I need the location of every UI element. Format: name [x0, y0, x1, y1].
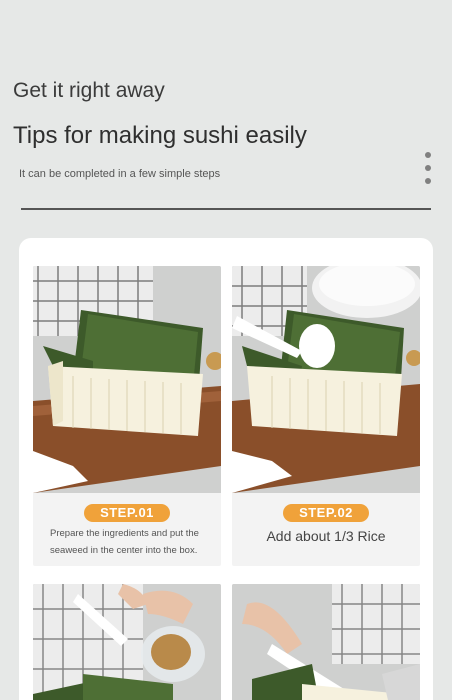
- dot: [425, 178, 431, 184]
- step-card-4: [232, 584, 420, 700]
- page-description: It can be completed in a few simple step…: [19, 168, 221, 180]
- step-1-text: Prepare the ingredients and put the seaw…: [50, 528, 199, 556]
- step-card-3: [33, 584, 221, 700]
- step-card-1: STEP.01 Prepare the ingredients and put …: [33, 266, 221, 566]
- sushi-mold-illustration: [33, 266, 221, 493]
- step-2-image: [232, 266, 420, 493]
- dot: [425, 152, 431, 158]
- filling-illustration: [33, 584, 221, 700]
- divider: [21, 208, 431, 210]
- rice-adding-illustration: [232, 266, 420, 493]
- dots-decoration: [425, 152, 431, 191]
- step-1-badge: STEP.01: [84, 504, 170, 522]
- steps-panel: STEP.01 Prepare the ingredients and put …: [19, 238, 433, 700]
- step-1-image: [33, 266, 221, 493]
- page-header: Get it right away Tips for making sushi …: [0, 0, 452, 230]
- step-2-badge: STEP.02: [283, 504, 369, 522]
- step-4-image: [232, 584, 420, 700]
- step-3-image: [33, 584, 221, 700]
- step-2-text: Add about 1/3 Rice: [266, 528, 386, 544]
- page-title: Tips for making sushi easily: [13, 122, 307, 149]
- dot: [425, 165, 431, 171]
- page-subtitle: Get it right away: [13, 79, 165, 102]
- step-card-2: STEP.02 Add about 1/3 Rice: [232, 266, 420, 566]
- shaping-illustration: [232, 584, 420, 700]
